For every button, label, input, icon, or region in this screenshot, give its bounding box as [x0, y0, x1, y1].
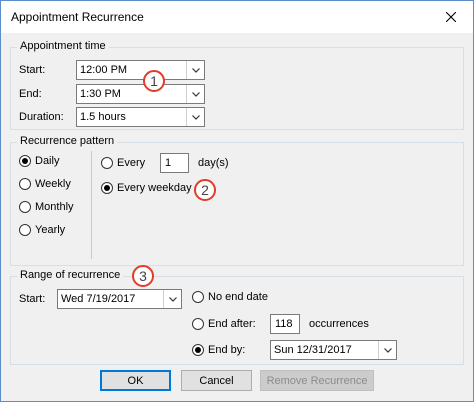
- end-time-dropdown[interactable]: [186, 85, 204, 103]
- occurrences-input[interactable]: 118: [270, 314, 300, 334]
- chevron-down-icon: [383, 347, 392, 353]
- every-days-input[interactable]: 1: [160, 153, 189, 173]
- chevron-down-icon: [191, 91, 200, 97]
- chevron-down-icon: [191, 114, 200, 120]
- ok-button[interactable]: OK: [100, 370, 171, 391]
- dialog-title: Appointment Recurrence: [11, 10, 144, 24]
- no-end-date-label[interactable]: No end date: [208, 291, 268, 303]
- end-by-combo[interactable]: Sun 12/31/2017: [270, 340, 397, 360]
- start-time-label: Start:: [19, 64, 46, 76]
- occurrences-value: 118: [275, 318, 293, 330]
- days-unit-label: day(s): [198, 157, 229, 169]
- remove-recurrence-button[interactable]: Remove Recurrence: [260, 370, 374, 391]
- chevron-down-icon: [168, 296, 177, 302]
- monthly-radio[interactable]: [19, 201, 31, 213]
- daily-label[interactable]: Daily: [35, 155, 59, 167]
- every-n-days-radio[interactable]: [101, 157, 113, 169]
- duration-label: Duration:: [19, 111, 64, 123]
- every-weekday-label[interactable]: Every weekday: [117, 182, 192, 194]
- end-by-value: Sun 12/31/2017: [274, 344, 352, 356]
- no-end-date-radio[interactable]: [192, 291, 204, 303]
- duration-dropdown[interactable]: [186, 108, 204, 126]
- start-time-combo[interactable]: 12:00 PM: [76, 60, 205, 80]
- end-time-combo[interactable]: 1:30 PM: [76, 84, 205, 104]
- recurrence-pattern-group: [10, 142, 464, 266]
- end-by-label[interactable]: End by:: [208, 344, 245, 356]
- end-time-label: End:: [19, 88, 42, 100]
- end-by-dropdown[interactable]: [378, 341, 396, 359]
- start-time-dropdown[interactable]: [186, 61, 204, 79]
- pattern-divider: [91, 151, 92, 259]
- chevron-down-icon: [191, 67, 200, 73]
- weekly-radio[interactable]: [19, 178, 31, 190]
- end-time-value: 1:30 PM: [80, 88, 121, 100]
- weekly-label[interactable]: Weekly: [35, 178, 71, 190]
- cancel-button[interactable]: Cancel: [181, 370, 252, 391]
- every-weekday-radio[interactable]: [101, 182, 113, 194]
- range-of-recurrence-legend: Range of recurrence: [17, 269, 124, 281]
- title-bar: Appointment Recurrence: [1, 1, 473, 33]
- close-button[interactable]: [429, 1, 473, 33]
- appointment-time-legend: Appointment time: [17, 40, 109, 52]
- range-start-combo[interactable]: Wed 7/19/2017: [57, 289, 182, 309]
- range-start-dropdown[interactable]: [163, 290, 181, 308]
- end-after-radio[interactable]: [192, 318, 204, 330]
- recurrence-pattern-legend: Recurrence pattern: [17, 135, 118, 147]
- appointment-recurrence-dialog: Appointment Recurrence Appointment time …: [0, 0, 474, 402]
- annotation-badge-2: 2: [194, 179, 216, 201]
- every-label[interactable]: Every: [117, 157, 145, 169]
- end-by-radio[interactable]: [192, 344, 204, 356]
- every-days-value: 1: [165, 157, 172, 169]
- close-icon: [446, 12, 456, 22]
- yearly-label[interactable]: Yearly: [35, 224, 65, 236]
- monthly-label[interactable]: Monthly: [35, 201, 74, 213]
- yearly-radio[interactable]: [19, 224, 31, 236]
- annotation-badge-1: 1: [143, 70, 165, 92]
- occurrences-label: occurrences: [309, 318, 369, 330]
- end-after-label[interactable]: End after:: [208, 318, 256, 330]
- daily-radio[interactable]: [19, 155, 31, 167]
- annotation-badge-3: 3: [132, 265, 154, 287]
- duration-value: 1.5 hours: [80, 111, 126, 123]
- range-start-label: Start:: [19, 293, 46, 305]
- start-time-value: 12:00 PM: [80, 64, 128, 76]
- range-start-value: Wed 7/19/2017: [61, 293, 136, 305]
- duration-combo[interactable]: 1.5 hours: [76, 107, 205, 127]
